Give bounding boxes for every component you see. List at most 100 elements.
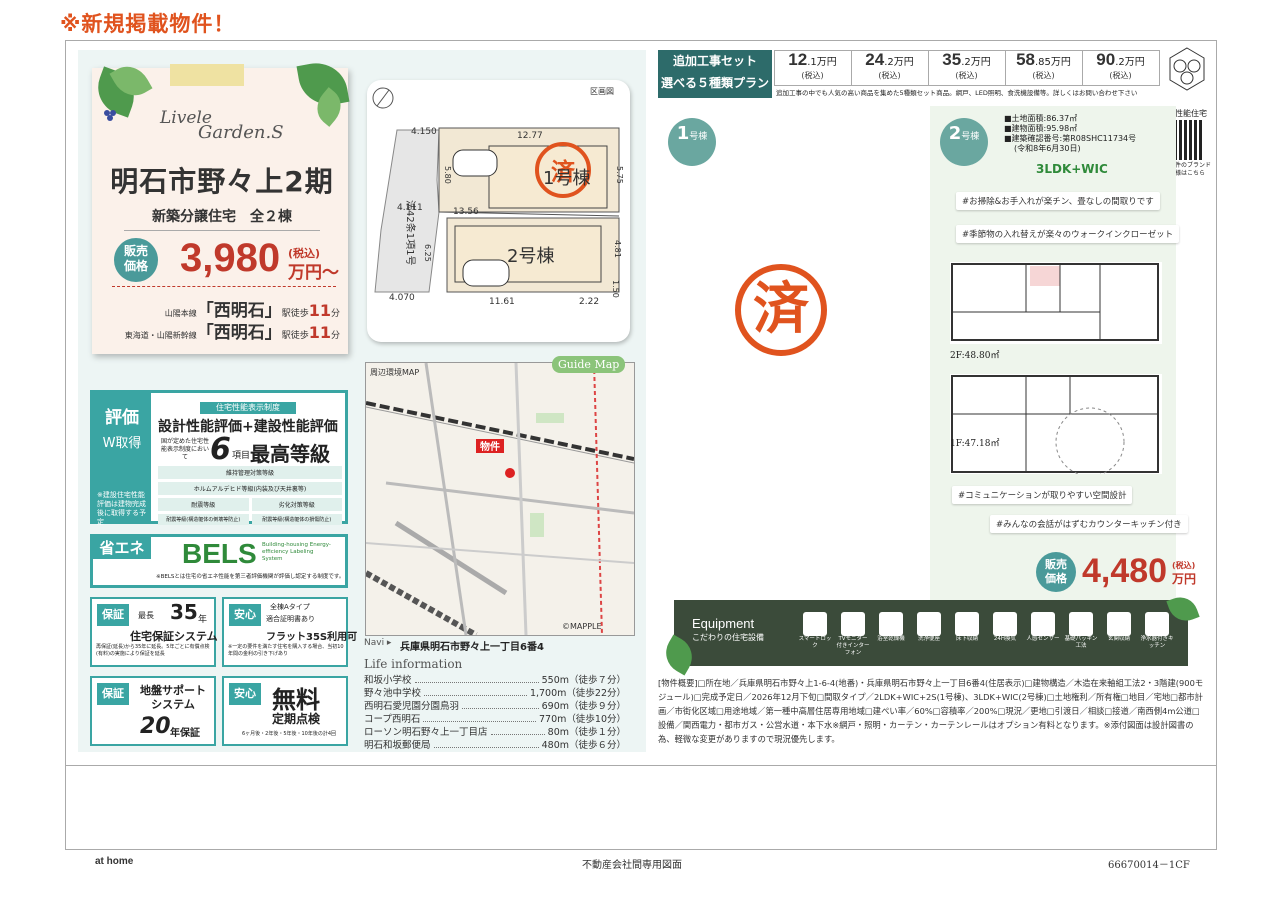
option-price-cell: 24.2万円 (税込) [851, 50, 929, 86]
dimension-label: 1.50 [611, 280, 620, 298]
evaluation-unit: 項目 [232, 451, 251, 461]
guarantee-small: 適合証明書あり [266, 615, 315, 623]
site-plan-label: 区画図 [590, 87, 614, 96]
equipment-item: 24H換気 [988, 612, 1022, 643]
lot2-price: 4,480 [1082, 552, 1168, 590]
guarantee-unit: 年保証 [170, 728, 200, 739]
smart-lock-icon [803, 612, 827, 636]
evaluation-item: 耐震等級(構造躯体の倒壊等防止) [158, 514, 249, 525]
guarantee-text: 地盤サポートシステム [140, 684, 206, 711]
dimension-label: 5.75 [615, 166, 624, 184]
feature-tag: #お掃除&お手入れが楽チン、畳なしの間取りです [956, 192, 1160, 210]
map-label: 周辺環境MAP [370, 367, 419, 377]
divider [124, 230, 320, 231]
dimension-label: 13.56 [453, 207, 479, 217]
feature-tag: #季節物の入れ替えが楽々のウォークインクローゼット [956, 225, 1180, 243]
dimension-label: 12.77 [517, 131, 543, 141]
price-unit: 万円〜 [288, 263, 339, 283]
equipment-item: 人感センサー [1026, 612, 1060, 643]
car-icon [462, 259, 510, 287]
evaluation-item: ホルムアルデヒド等級(内装及び天井裏等) [158, 482, 342, 495]
area-map[interactable]: 物件 周辺環境MAP ©MAPPLE [365, 362, 635, 636]
evaluation-item: 耐震等級(構造躯体の損傷防止) [251, 514, 342, 525]
divider [112, 286, 336, 287]
bath-dryer-icon [879, 612, 903, 636]
park-area [530, 513, 544, 537]
bels-english: Building-housing Energy-efficiency Label… [262, 542, 331, 562]
foundation-icon [1069, 612, 1093, 636]
lot1-label: 1号棟 [543, 168, 590, 189]
life-info-row: コープ西明石 770m（徒歩10分） [364, 711, 626, 725]
high-performance-icon [1166, 46, 1208, 106]
bels-logo: BELS [182, 538, 257, 569]
life-info-row: ローソン明石野々上一丁目店 80m（徒歩１分） [364, 724, 626, 738]
evaluation-ribbon: 住宅性能表示制度 [200, 402, 296, 414]
evaluation-item: 維持管理対策等級 [158, 466, 342, 479]
new-listing-flag: ※新規掲載物件！ [60, 12, 236, 36]
guarantee-tag: 保証 [97, 604, 129, 626]
motion-sensor-icon [1031, 612, 1055, 636]
floor1-area: 1F:47.18㎡ [950, 439, 1000, 449]
equipment-item: 洗浄便座 [912, 612, 946, 643]
dimension-label: 4.81 [613, 240, 622, 258]
option-price-cell: 90.2万円 (税込) [1082, 50, 1160, 86]
evaluation-headline: 設計性能評価+建設性能評価 [158, 419, 338, 435]
footer-code: 66670014－1CF [1108, 860, 1190, 871]
life-info-row: 西明石愛児園分園鳥羽 690m（徒歩９分） [364, 698, 626, 712]
intercom-icon [841, 612, 865, 636]
lot1-panel [660, 106, 928, 666]
guarantee-tag: 保証 [97, 683, 129, 705]
life-info-title: Life information [364, 657, 463, 671]
life-info-row: 和坂小学校 550m（徒歩７分） [364, 672, 626, 686]
guarantee-years: 20 [140, 714, 171, 739]
floor-storage-icon [955, 612, 979, 636]
guarantee-note: 6ヶ月後・2年後・5年後・10年後の計4回 [241, 731, 337, 737]
berry-decoration [104, 110, 110, 116]
feature-tag: #みんなの会話がはずむカウンターキッチン付き [990, 515, 1188, 533]
equipment-title: Equipment [692, 616, 755, 631]
option-price-cell: 58.85万円 (税込) [1005, 50, 1083, 86]
property-details: [物件概要]□所在地／兵庫県明石市野々上1-6-4(地番)・兵庫県明石市野々上一… [658, 678, 1204, 744]
feature-tag: #コミュニケーションが取りやすい空間設計 [952, 486, 1133, 504]
floor2-area: 2F:48.80㎡ [950, 351, 1000, 361]
price-value: 3,980 [180, 236, 281, 280]
footer-center: 不動産会社間専用図面 [582, 860, 682, 871]
equipment-item: 床下収納 [950, 612, 984, 643]
brand-logo-line2: Garden.S [198, 122, 284, 143]
map-credit: ©MAPPLE [562, 622, 602, 631]
site-plan-drawing: 済 1号棟 2号棟 法42条1項1号 4.150 12.77 5.80 5.75… [372, 87, 624, 307]
floorplan-2f [950, 262, 1162, 344]
guarantee-text: 定期点検 [272, 712, 321, 726]
car-icon [452, 149, 498, 177]
lot2-specs: ■土地面積:86.37㎡ ■建物面積:95.98㎡ ■建築確認番号:第R08SHC1… [1004, 114, 1137, 153]
guarantee-small: 最長 [138, 611, 154, 620]
option-plan-header: 追加工事セット 選べる５種類プラン [658, 50, 772, 98]
evaluation-item: 耐震等級 [158, 498, 249, 511]
option-note: 追加工事の中でも人気の高い商品を集めた5種類セット商品。網戸、LED照明、食洗機… [776, 89, 1138, 97]
site-plan: 済 1号棟 2号棟 法42条1項1号 4.150 12.77 5.80 5.75… [367, 80, 630, 342]
guarantee-note: ※一定の要件を満たす住宅を購入する場合、当初10年間の金利の引き下げあり [228, 644, 344, 657]
navi-label: Navi ▸ [364, 638, 392, 648]
equipment-item: 浴室乾燥機 [874, 612, 908, 643]
evaluation-note: 国が定めた住宅性能表示制度において [160, 438, 209, 461]
evaluation-items: 維持管理対策等級 ホルムアルデヒド等級(内装及び天井裏等) 耐震等級 劣化対策等… [158, 466, 342, 525]
equipment-item: 玄関収納 [1102, 612, 1136, 643]
guarantee-tag: 安心 [229, 683, 261, 705]
sale-price-badge: 販売 価格 [114, 238, 158, 282]
dimension-label: 11.61 [489, 297, 515, 307]
page-title: 明石市野々上2期 [110, 165, 334, 198]
equipment-item: 基礎パッキン工法 [1064, 612, 1098, 650]
guarantee-small: 全棟Aタイプ [270, 603, 310, 611]
equipment-item: TVモニター付きインターフォン [836, 612, 870, 657]
guarantee-years: 35 [170, 600, 198, 624]
evaluation-count: 6 [210, 432, 231, 467]
bels-side: 省エネ [93, 537, 151, 559]
lot2-badge: 2号棟 [940, 118, 988, 166]
dimension-label: 6.25 [423, 244, 432, 262]
property-address: 兵庫県明石市野々上一丁目6番4 [400, 642, 544, 653]
property-pin-label: 物件 [480, 440, 500, 453]
guarantee-note: 再保証(延長)から35年に延長。5年ごとに有償点検(有料)の実施により保証を延長 [96, 644, 210, 657]
option-price-cell: 35.2万円 (税込) [928, 50, 1006, 86]
dimension-label: 4.150 [411, 127, 437, 137]
guide-map-badge: Guide Map [552, 356, 626, 373]
